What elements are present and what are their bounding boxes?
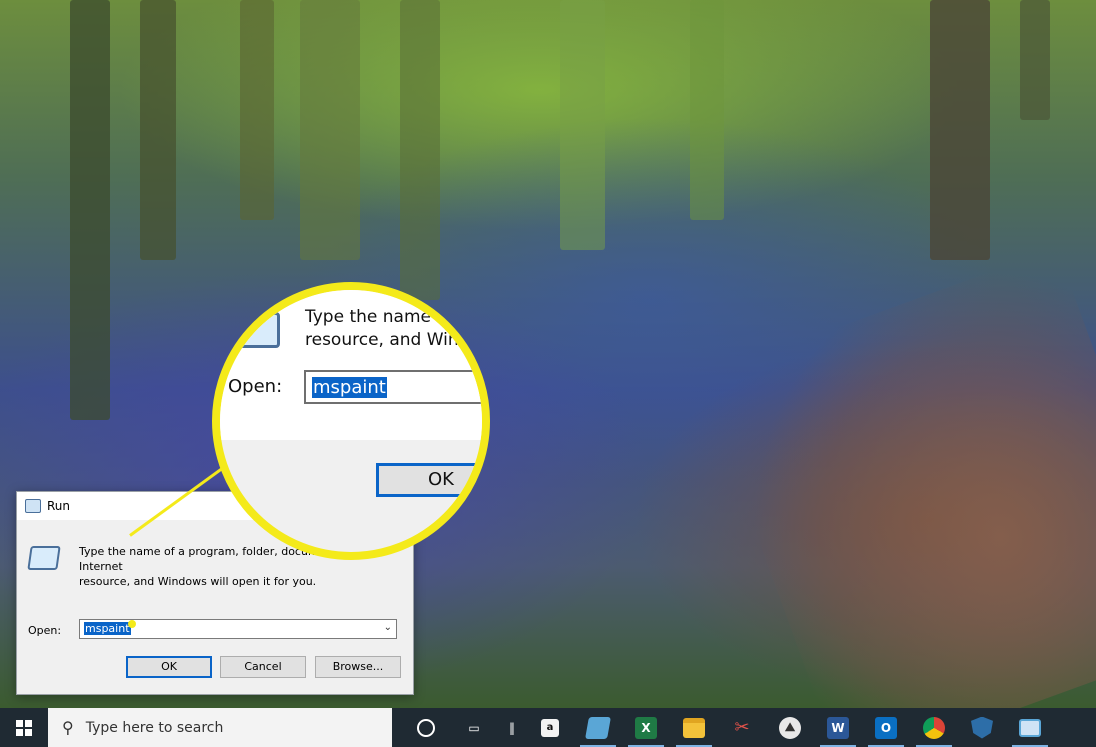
- wallpaper-tree: [690, 0, 724, 220]
- open-input[interactable]: mspaint ⌄: [79, 619, 397, 639]
- search-icon: ⚲: [62, 718, 74, 737]
- ok-button[interactable]: OK: [126, 656, 212, 678]
- start-button[interactable]: [0, 708, 48, 747]
- cancel-button[interactable]: Cancel: [220, 656, 306, 678]
- browse-button[interactable]: Browse...: [315, 656, 401, 678]
- taskbar-icons: ▭ ‖ a X ✂ ⛰ W O: [402, 708, 1054, 747]
- outlook-icon: O: [875, 716, 897, 739]
- run-button[interactable]: [1006, 708, 1054, 747]
- magnifier-open-label: Open:: [228, 376, 283, 397]
- run-footer: OK Cancel Browse...: [17, 644, 413, 694]
- wallpaper-tree: [140, 0, 176, 260]
- magnifier-open-input: mspaint: [304, 370, 482, 404]
- run-icon: [25, 499, 41, 513]
- magnifier-callout: Type the name o resource, and Wind Open:…: [212, 282, 490, 560]
- photos-button[interactable]: ⛰: [766, 708, 814, 747]
- wallpaper-tree: [560, 0, 605, 250]
- wallpaper-path: [699, 247, 1096, 708]
- callout-pointer-dot: [128, 620, 136, 628]
- open-input-value[interactable]: mspaint: [84, 622, 131, 635]
- magnifier-content: Type the name o resource, and Wind Open:…: [220, 290, 482, 552]
- windows-start-icon: [16, 719, 32, 736]
- wallpaper-tree: [400, 0, 440, 300]
- cortana-button[interactable]: [402, 708, 450, 747]
- task-view-icon: ▭: [468, 720, 480, 735]
- paint-button[interactable]: [574, 708, 622, 747]
- wallpaper-tree: [1020, 0, 1050, 120]
- outlook-button[interactable]: O: [862, 708, 910, 747]
- word-icon: W: [827, 716, 849, 739]
- excel-button[interactable]: X: [622, 708, 670, 747]
- run-app-icon: [27, 546, 61, 570]
- chrome-button[interactable]: [910, 708, 958, 747]
- cortana-icon: [417, 718, 435, 737]
- open-label: Open:: [28, 624, 62, 637]
- task-view-button[interactable]: ▭: [450, 708, 498, 747]
- run-description-line: resource, and Windows will open it for y…: [79, 575, 317, 588]
- photos-icon: ⛰: [779, 716, 801, 739]
- taskbar: ⚲ Type here to search ▭ ‖ a X ✂ ⛰ W O: [0, 708, 1096, 747]
- file-explorer-icon: [683, 717, 705, 738]
- chrome-icon: [923, 716, 945, 739]
- file-explorer-button[interactable]: [670, 708, 718, 747]
- wallpaper-tree: [70, 0, 110, 420]
- excel-icon: X: [635, 716, 657, 739]
- defender-button[interactable]: [958, 708, 1006, 747]
- magnifier-description-line: resource, and Wind: [305, 330, 470, 350]
- run-app-icon: [238, 312, 280, 348]
- defender-icon: [971, 716, 993, 739]
- taskbar-separator: ‖: [498, 708, 526, 747]
- amazon-button[interactable]: a: [526, 708, 574, 747]
- snipping-button[interactable]: ✂: [718, 708, 766, 747]
- wallpaper-tree: [300, 0, 360, 260]
- magnifier-input-value: mspaint: [312, 377, 387, 398]
- wallpaper-tree: [240, 0, 274, 220]
- word-button[interactable]: W: [814, 708, 862, 747]
- snipping-icon: ✂: [734, 717, 750, 738]
- magnifier-description: Type the name o resource, and Wind: [305, 306, 469, 352]
- chevron-down-icon[interactable]: ⌄: [384, 622, 392, 633]
- amazon-icon: a: [541, 718, 559, 737]
- wallpaper-tree: [930, 0, 990, 260]
- magnifier-description-line: Type the name o: [305, 307, 447, 327]
- magnifier-ok-button: OK: [376, 463, 482, 497]
- search-placeholder: Type here to search: [85, 719, 224, 736]
- run-title: Run: [47, 499, 71, 513]
- separator-icon: ‖: [509, 720, 515, 735]
- run-icon: [1019, 718, 1041, 737]
- paint-icon: [585, 716, 611, 739]
- taskbar-search-box[interactable]: ⚲ Type here to search: [48, 708, 392, 747]
